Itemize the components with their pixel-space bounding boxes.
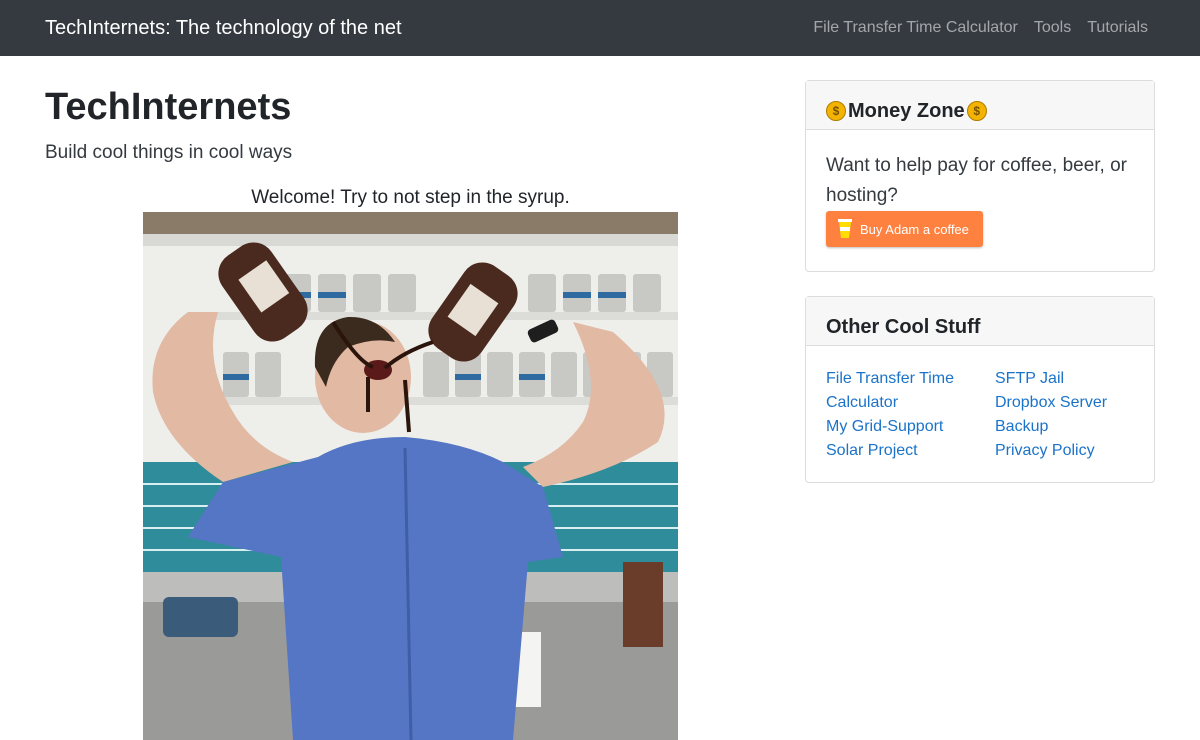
money-zone-card: Money Zone Want to help pay for coffee, … — [805, 80, 1155, 272]
links-left-column: File Transfer Time Calculator My Grid-Su… — [826, 367, 995, 463]
site-brand-link[interactable]: TechInternets: The technology of the net — [45, 16, 402, 40]
man-drinking-syrup-photo — [143, 212, 678, 740]
welcome-caption: Welcome! Try to not step in the syrup. — [251, 187, 570, 208]
other-cool-stuff-title: Other Cool Stuff — [826, 316, 981, 338]
link-file-transfer-time-calculator[interactable]: File Transfer Time Calculator — [826, 367, 995, 415]
link-privacy-policy[interactable]: Privacy Policy — [995, 439, 1136, 463]
money-bag-icon — [826, 101, 846, 121]
link-dropbox-server[interactable]: Dropbox Server — [995, 391, 1136, 415]
page-title: TechInternets — [45, 86, 292, 128]
other-links-grid: File Transfer Time Calculator My Grid-Su… — [826, 367, 1136, 463]
nav-links: File Transfer Time Calculator Tools Tuto… — [813, 18, 1148, 38]
other-cool-stuff-card: Other Cool Stuff File Transfer Time Calc… — [805, 296, 1155, 483]
buy-coffee-label: Buy Adam a coffee — [860, 221, 969, 237]
money-zone-header: Money Zone — [806, 81, 1154, 130]
money-bag-icon — [966, 101, 987, 121]
top-navbar: TechInternets: The technology of the net… — [0, 0, 1200, 56]
other-cool-stuff-header: Other Cool Stuff — [806, 297, 1154, 346]
page-tagline: Build cool things in cool ways — [45, 142, 293, 163]
nav-link-tutorials[interactable]: Tutorials — [1087, 18, 1148, 38]
money-zone-text: Want to help pay for coffee, beer, or ho… — [826, 155, 1128, 206]
nav-link-tools[interactable]: Tools — [1034, 18, 1071, 38]
coffee-cup-icon — [838, 219, 852, 239]
link-sftp-jail[interactable]: SFTP Jail — [995, 367, 1136, 391]
money-zone-title: Money Zone — [848, 100, 965, 122]
link-backup[interactable]: Backup — [995, 415, 1136, 439]
link-solar-project[interactable]: Solar Project — [826, 439, 995, 463]
link-my-grid-support[interactable]: My Grid-Support — [826, 415, 995, 439]
links-right-column: SFTP Jail Dropbox Server Backup Privacy … — [995, 367, 1136, 463]
nav-link-file-transfer-calculator[interactable]: File Transfer Time Calculator — [813, 18, 1018, 38]
buy-coffee-button[interactable]: Buy Adam a coffee — [826, 211, 983, 247]
